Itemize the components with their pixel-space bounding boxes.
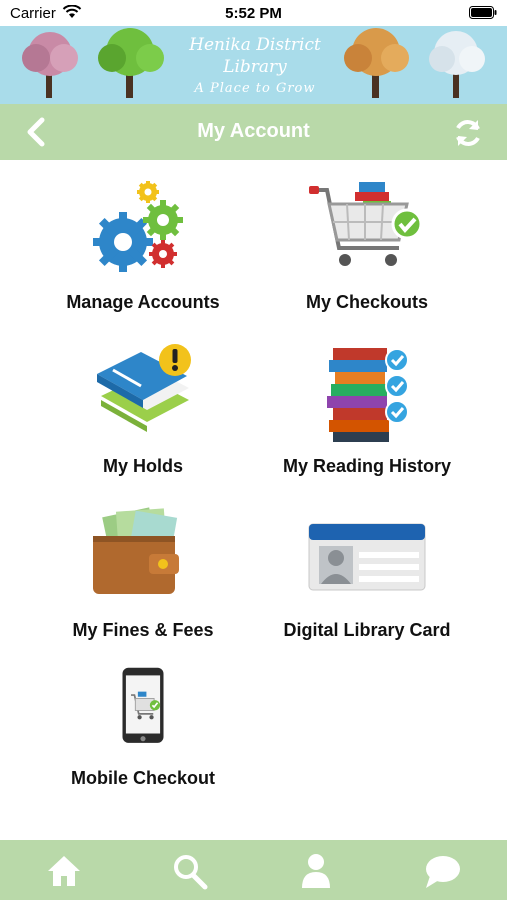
- my-checkouts-label: My Checkouts: [305, 292, 429, 312]
- mobile-checkout-button[interactable]: Mobile Checkout: [28, 666, 258, 789]
- bottom-tab-bar: [0, 840, 507, 900]
- my-reading-history-label: My Reading History: [282, 456, 452, 476]
- refresh-icon[interactable]: [451, 116, 485, 150]
- my-holds-button[interactable]: My Holds: [28, 338, 258, 477]
- clock: 5:52 PM: [225, 5, 282, 22]
- manage-accounts-button[interactable]: Manage Accounts: [28, 174, 258, 313]
- my-checkouts-button[interactable]: My Checkouts: [252, 174, 482, 313]
- battery-icon: [469, 6, 497, 19]
- search-icon[interactable]: [170, 852, 210, 890]
- book-alert-icon: [97, 344, 191, 432]
- mobile-checkout-label: Mobile Checkout: [70, 768, 215, 788]
- digital-library-card-label: Digital Library Card: [283, 620, 451, 640]
- my-holds-label: My Holds: [102, 456, 183, 476]
- navigation-bar: My Account: [0, 104, 507, 160]
- my-fines-fees-button[interactable]: My Fines & Fees: [28, 502, 258, 641]
- mobile-phone-icon: [122, 667, 164, 743]
- id-card-icon: [308, 523, 426, 591]
- wallet-icon: [93, 507, 179, 594]
- shopping-cart-icon: [309, 182, 423, 266]
- page-title: My Account: [197, 120, 310, 142]
- library-banner: Henika District Library A Place to Grow: [0, 26, 507, 104]
- manage-accounts-label: Manage Accounts: [66, 292, 220, 312]
- chat-bubble-icon[interactable]: [422, 852, 462, 890]
- library-tagline: A Place to Grow: [194, 81, 316, 96]
- status-bar: Carrier 5:52 PM: [0, 0, 507, 26]
- my-reading-history-button[interactable]: My Reading History: [252, 338, 482, 477]
- gears-icon: [93, 181, 183, 272]
- digital-library-card-button[interactable]: Digital Library Card: [252, 502, 482, 641]
- my-fines-fees-label: My Fines & Fees: [72, 620, 214, 640]
- book-stack-icon: [327, 348, 409, 442]
- library-name: Henika District Library: [189, 35, 321, 77]
- person-icon[interactable]: [296, 852, 336, 890]
- home-icon[interactable]: [44, 852, 84, 890]
